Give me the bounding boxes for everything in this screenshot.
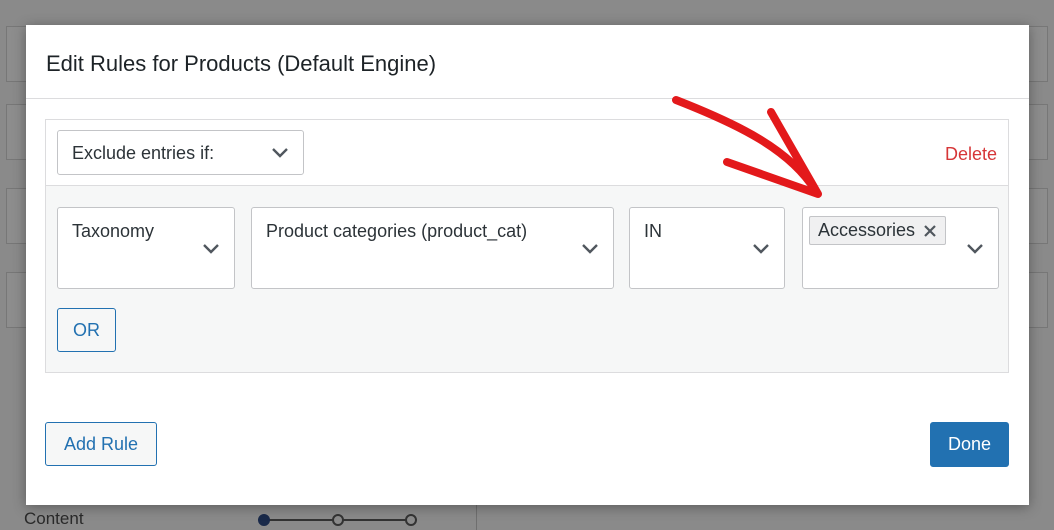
value-multiselect[interactable]: Accessories <box>802 207 999 289</box>
chevron-down-icon <box>753 244 769 254</box>
field-select[interactable]: Product categories (product_cat) <box>251 207 614 289</box>
field-value: Product categories (product_cat) <box>266 221 528 241</box>
modal-header: Edit Rules for Products (Default Engine) <box>26 25 1029 99</box>
delete-rule-link[interactable]: Delete <box>945 144 997 165</box>
done-button[interactable]: Done <box>930 422 1009 467</box>
close-icon[interactable] <box>923 224 937 238</box>
operator-select[interactable]: IN <box>629 207 785 289</box>
chevron-down-icon <box>272 148 288 158</box>
rule-group: Exclude entries if: Delete Taxonomy Prod… <box>45 119 1009 373</box>
rule-header: Exclude entries if: Delete <box>46 120 1008 186</box>
modal-title: Edit Rules for Products (Default Engine) <box>46 51 437 76</box>
rule-mode-select[interactable]: Exclude entries if: <box>57 130 304 175</box>
operator-value: IN <box>644 221 662 241</box>
chevron-down-icon <box>582 244 598 254</box>
taxonomy-value: Taxonomy <box>72 221 155 241</box>
tag-label: Accessories <box>818 220 916 240</box>
selected-value-tag: Accessories <box>809 216 947 245</box>
add-rule-button[interactable]: Add Rule <box>45 422 157 466</box>
edit-rules-modal: Edit Rules for Products (Default Engine)… <box>26 25 1029 505</box>
background-slider-dot <box>405 514 417 526</box>
condition-row: Taxonomy Product categories (product_cat… <box>46 186 1008 306</box>
background-slider-dot <box>258 514 270 526</box>
background-slider-dot <box>332 514 344 526</box>
taxonomy-select[interactable]: Taxonomy <box>57 207 235 289</box>
background-content-label: Content <box>24 509 84 528</box>
chevron-down-icon <box>203 244 219 254</box>
chevron-down-icon <box>967 244 983 254</box>
or-button[interactable]: OR <box>57 308 116 352</box>
rule-mode-label: Exclude entries if: <box>72 143 215 163</box>
